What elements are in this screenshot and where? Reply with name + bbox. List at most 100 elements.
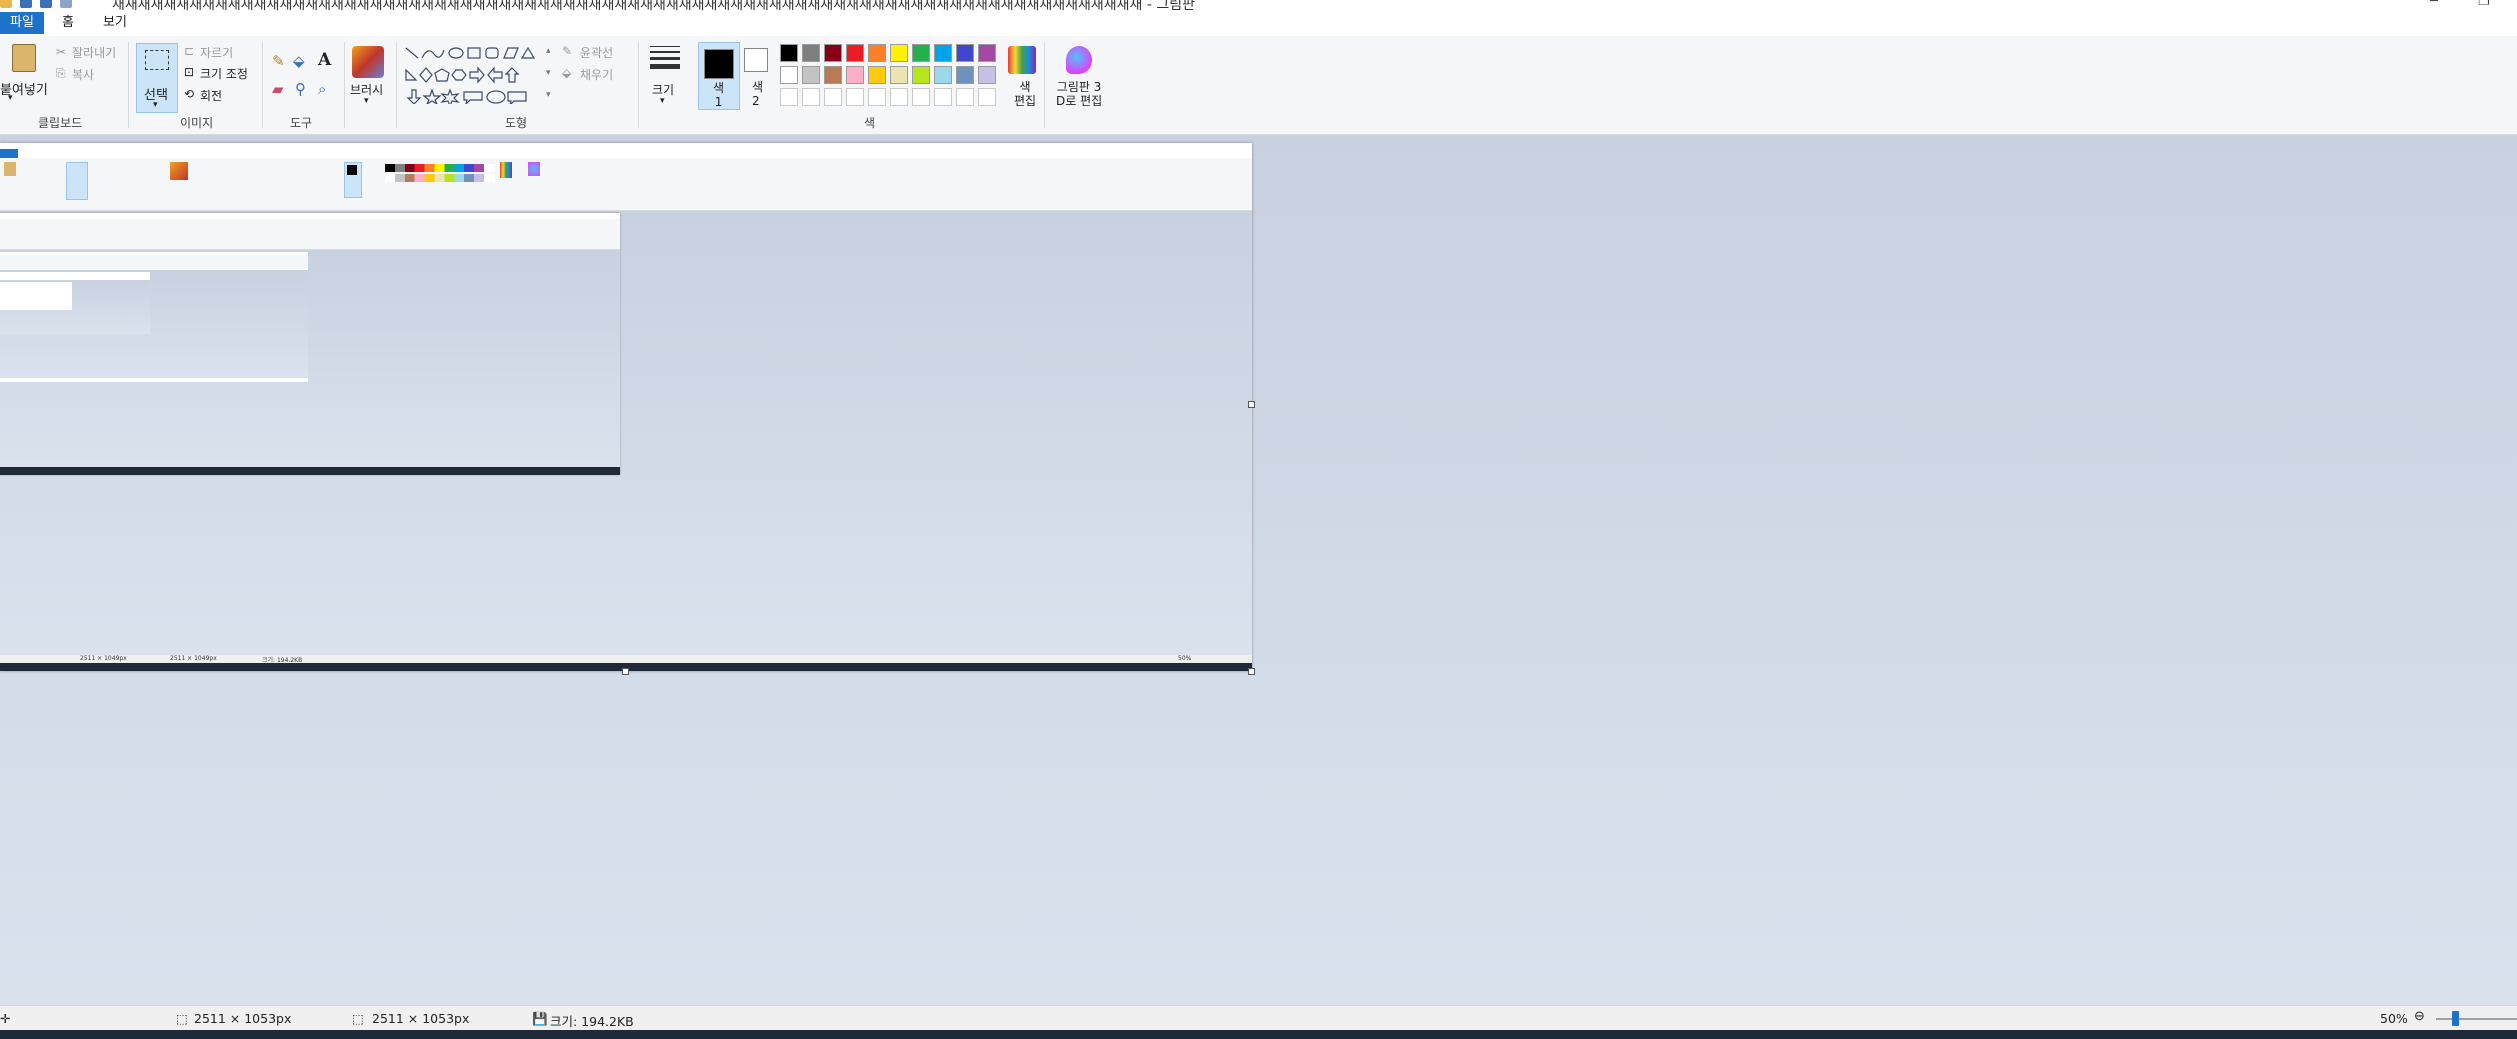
nested-status-size1: 2511 × 1049px — [80, 655, 127, 662]
eraser-icon[interactable]: ▰ — [272, 80, 284, 98]
paint3d-icon[interactable] — [1066, 46, 1092, 74]
custom-color-slot[interactable] — [956, 88, 974, 106]
ribbon: 붙여넣기 ▾ ✂ 잘라내기 ⎘ 복사 클립보드 선택 ▾ ⊏ 자르기 ⊡ 크기 … — [0, 36, 2517, 135]
palette-swatch[interactable] — [868, 66, 886, 84]
zoom-slider-track[interactable] — [2436, 1018, 2517, 1020]
custom-color-slot[interactable] — [912, 88, 930, 106]
zoom-slider-thumb[interactable] — [2452, 1011, 2459, 1026]
palette-swatch[interactable] — [912, 44, 930, 62]
palette-swatch[interactable] — [846, 44, 864, 62]
redo-icon[interactable] — [60, 0, 72, 8]
canvas-resize-handle-bottom[interactable] — [622, 668, 629, 675]
fill-shape-icon: ⬙ — [562, 66, 572, 80]
cut-button[interactable]: 잘라내기 — [72, 44, 116, 61]
palette-swatch[interactable] — [956, 44, 974, 62]
shapes-group-label: 도형 — [505, 116, 528, 130]
palette-swatch[interactable] — [868, 44, 886, 62]
pencil-icon[interactable]: ✎ — [272, 52, 285, 70]
color1-label: 색 1 — [713, 81, 725, 109]
custom-color-slot[interactable] — [824, 88, 842, 106]
custom-color-slot[interactable] — [934, 88, 952, 106]
nested-workspace — [0, 211, 1252, 655]
crop-button[interactable]: 자르기 — [200, 44, 233, 61]
color2-label: 색 2 — [752, 80, 764, 108]
outline-icon: ✎ — [562, 44, 573, 58]
tab-file[interactable]: 파일 — [0, 12, 44, 34]
palette-swatch[interactable] — [912, 66, 930, 84]
copy-icon: ⎘ — [56, 66, 66, 80]
custom-color-slot[interactable] — [802, 88, 820, 106]
palette-swatch[interactable] — [934, 66, 952, 84]
quick-access-toolbar — [0, 0, 72, 10]
tab-view[interactable]: 보기 — [93, 12, 137, 34]
palette-swatch[interactable] — [824, 44, 842, 62]
paste-icon[interactable] — [12, 44, 36, 72]
save-icon[interactable] — [20, 0, 32, 8]
canvas-resize-handle-right[interactable] — [1248, 401, 1255, 408]
palette-swatch[interactable] — [802, 44, 820, 62]
select-button[interactable]: 선택 ▾ — [136, 43, 178, 113]
nested-ribbon — [0, 158, 1252, 211]
canvas-resize-handle-corner[interactable] — [1248, 668, 1255, 675]
edit-colors-button[interactable]: 색 편집 — [1014, 80, 1036, 108]
paint3d-button[interactable]: 그림판 3 D로 편집 — [1056, 80, 1102, 108]
selection-size: 2511 × 1053px — [194, 1011, 292, 1026]
size-icon[interactable] — [650, 46, 680, 69]
palette-swatch[interactable] — [846, 66, 864, 84]
undo-icon[interactable] — [40, 0, 52, 8]
palette-swatch[interactable] — [890, 66, 908, 84]
clipboard-group-label: 클립보드 — [38, 116, 83, 130]
copy-button[interactable]: 복사 — [72, 66, 94, 83]
color2-swatch[interactable] — [744, 48, 768, 72]
nested-file-tab — [0, 149, 18, 158]
image-size: 2511 × 1053px — [372, 1011, 470, 1026]
shapes-gallery[interactable] — [404, 46, 544, 104]
outline-button[interactable]: 윤곽선 — [580, 44, 613, 61]
nested-statusbar: 2511 × 1049px 2511 × 1049px 크기: 194.2KB … — [0, 655, 1252, 664]
image-size-icon: ⬚ — [352, 1011, 364, 1026]
menu-tabs: 파일 홈 보기 — [0, 12, 2517, 36]
resize-button[interactable]: 크기 조정 — [200, 65, 248, 82]
edit-colors-icon[interactable] — [1008, 46, 1036, 74]
maximize-icon[interactable]: ❐ — [2478, 0, 2490, 9]
palette-swatch[interactable] — [824, 66, 842, 84]
brush-icon[interactable] — [352, 46, 384, 78]
status-bar: ✛ ⬚ 2511 × 1053px ⬚ 2511 × 1053px 💾 크기: … — [0, 1005, 2517, 1031]
file-size: 크기: 194.2KB — [550, 1014, 634, 1029]
custom-color-slot[interactable] — [978, 88, 996, 106]
colors-group-label: 색 — [864, 116, 876, 130]
custom-color-slot[interactable] — [868, 88, 886, 106]
resize-icon: ⊡ — [184, 65, 195, 79]
palette-swatch[interactable] — [780, 44, 798, 62]
palette-swatch[interactable] — [780, 66, 798, 84]
selection-size-icon: ⬚ — [176, 1011, 188, 1026]
minimize-icon[interactable]: ─ — [2430, 0, 2438, 9]
cut-icon: ✂ — [56, 45, 67, 59]
fill-icon[interactable]: ⬙ — [293, 52, 305, 70]
palette-swatch[interactable] — [890, 44, 908, 62]
paint-app-icon — [0, 0, 12, 8]
custom-color-slot[interactable] — [780, 88, 798, 106]
fill-shape-button[interactable]: 채우기 — [580, 66, 613, 83]
color1-button[interactable]: 색 1 — [698, 42, 740, 110]
custom-color-slot[interactable] — [890, 88, 908, 106]
select-icon — [145, 50, 169, 70]
zoom-out-icon[interactable]: ⊖ — [2414, 1009, 2425, 1024]
canvas-image[interactable]: 2511 × 1049px 2511 × 1049px 크기: 194.2KB … — [0, 143, 1252, 671]
image-group-label: 이미지 — [180, 116, 214, 130]
tab-home[interactable]: 홈 — [52, 12, 84, 34]
palette-swatch[interactable] — [802, 66, 820, 84]
nested-status-size2: 2511 × 1049px — [170, 655, 217, 662]
text-tool-icon[interactable]: A — [318, 50, 331, 70]
palette-swatch[interactable] — [978, 66, 996, 84]
color-picker-icon[interactable]: ⚲ — [295, 80, 306, 98]
rotate-button[interactable]: 회전 — [200, 87, 222, 104]
cursor-position-icon: ✛ — [0, 1011, 11, 1026]
palette-swatch[interactable] — [934, 44, 952, 62]
palette-swatch[interactable] — [956, 66, 974, 84]
magnifier-icon[interactable]: ⌕ — [318, 80, 326, 98]
custom-color-slot[interactable] — [846, 88, 864, 106]
title-bar: 새새새새새새새새새새새새새새새새새새새새새새새새새새새새새새새새새새새새새새새새… — [0, 0, 2517, 13]
palette-swatch[interactable] — [978, 44, 996, 62]
tools-group-label: 도구 — [290, 116, 313, 130]
